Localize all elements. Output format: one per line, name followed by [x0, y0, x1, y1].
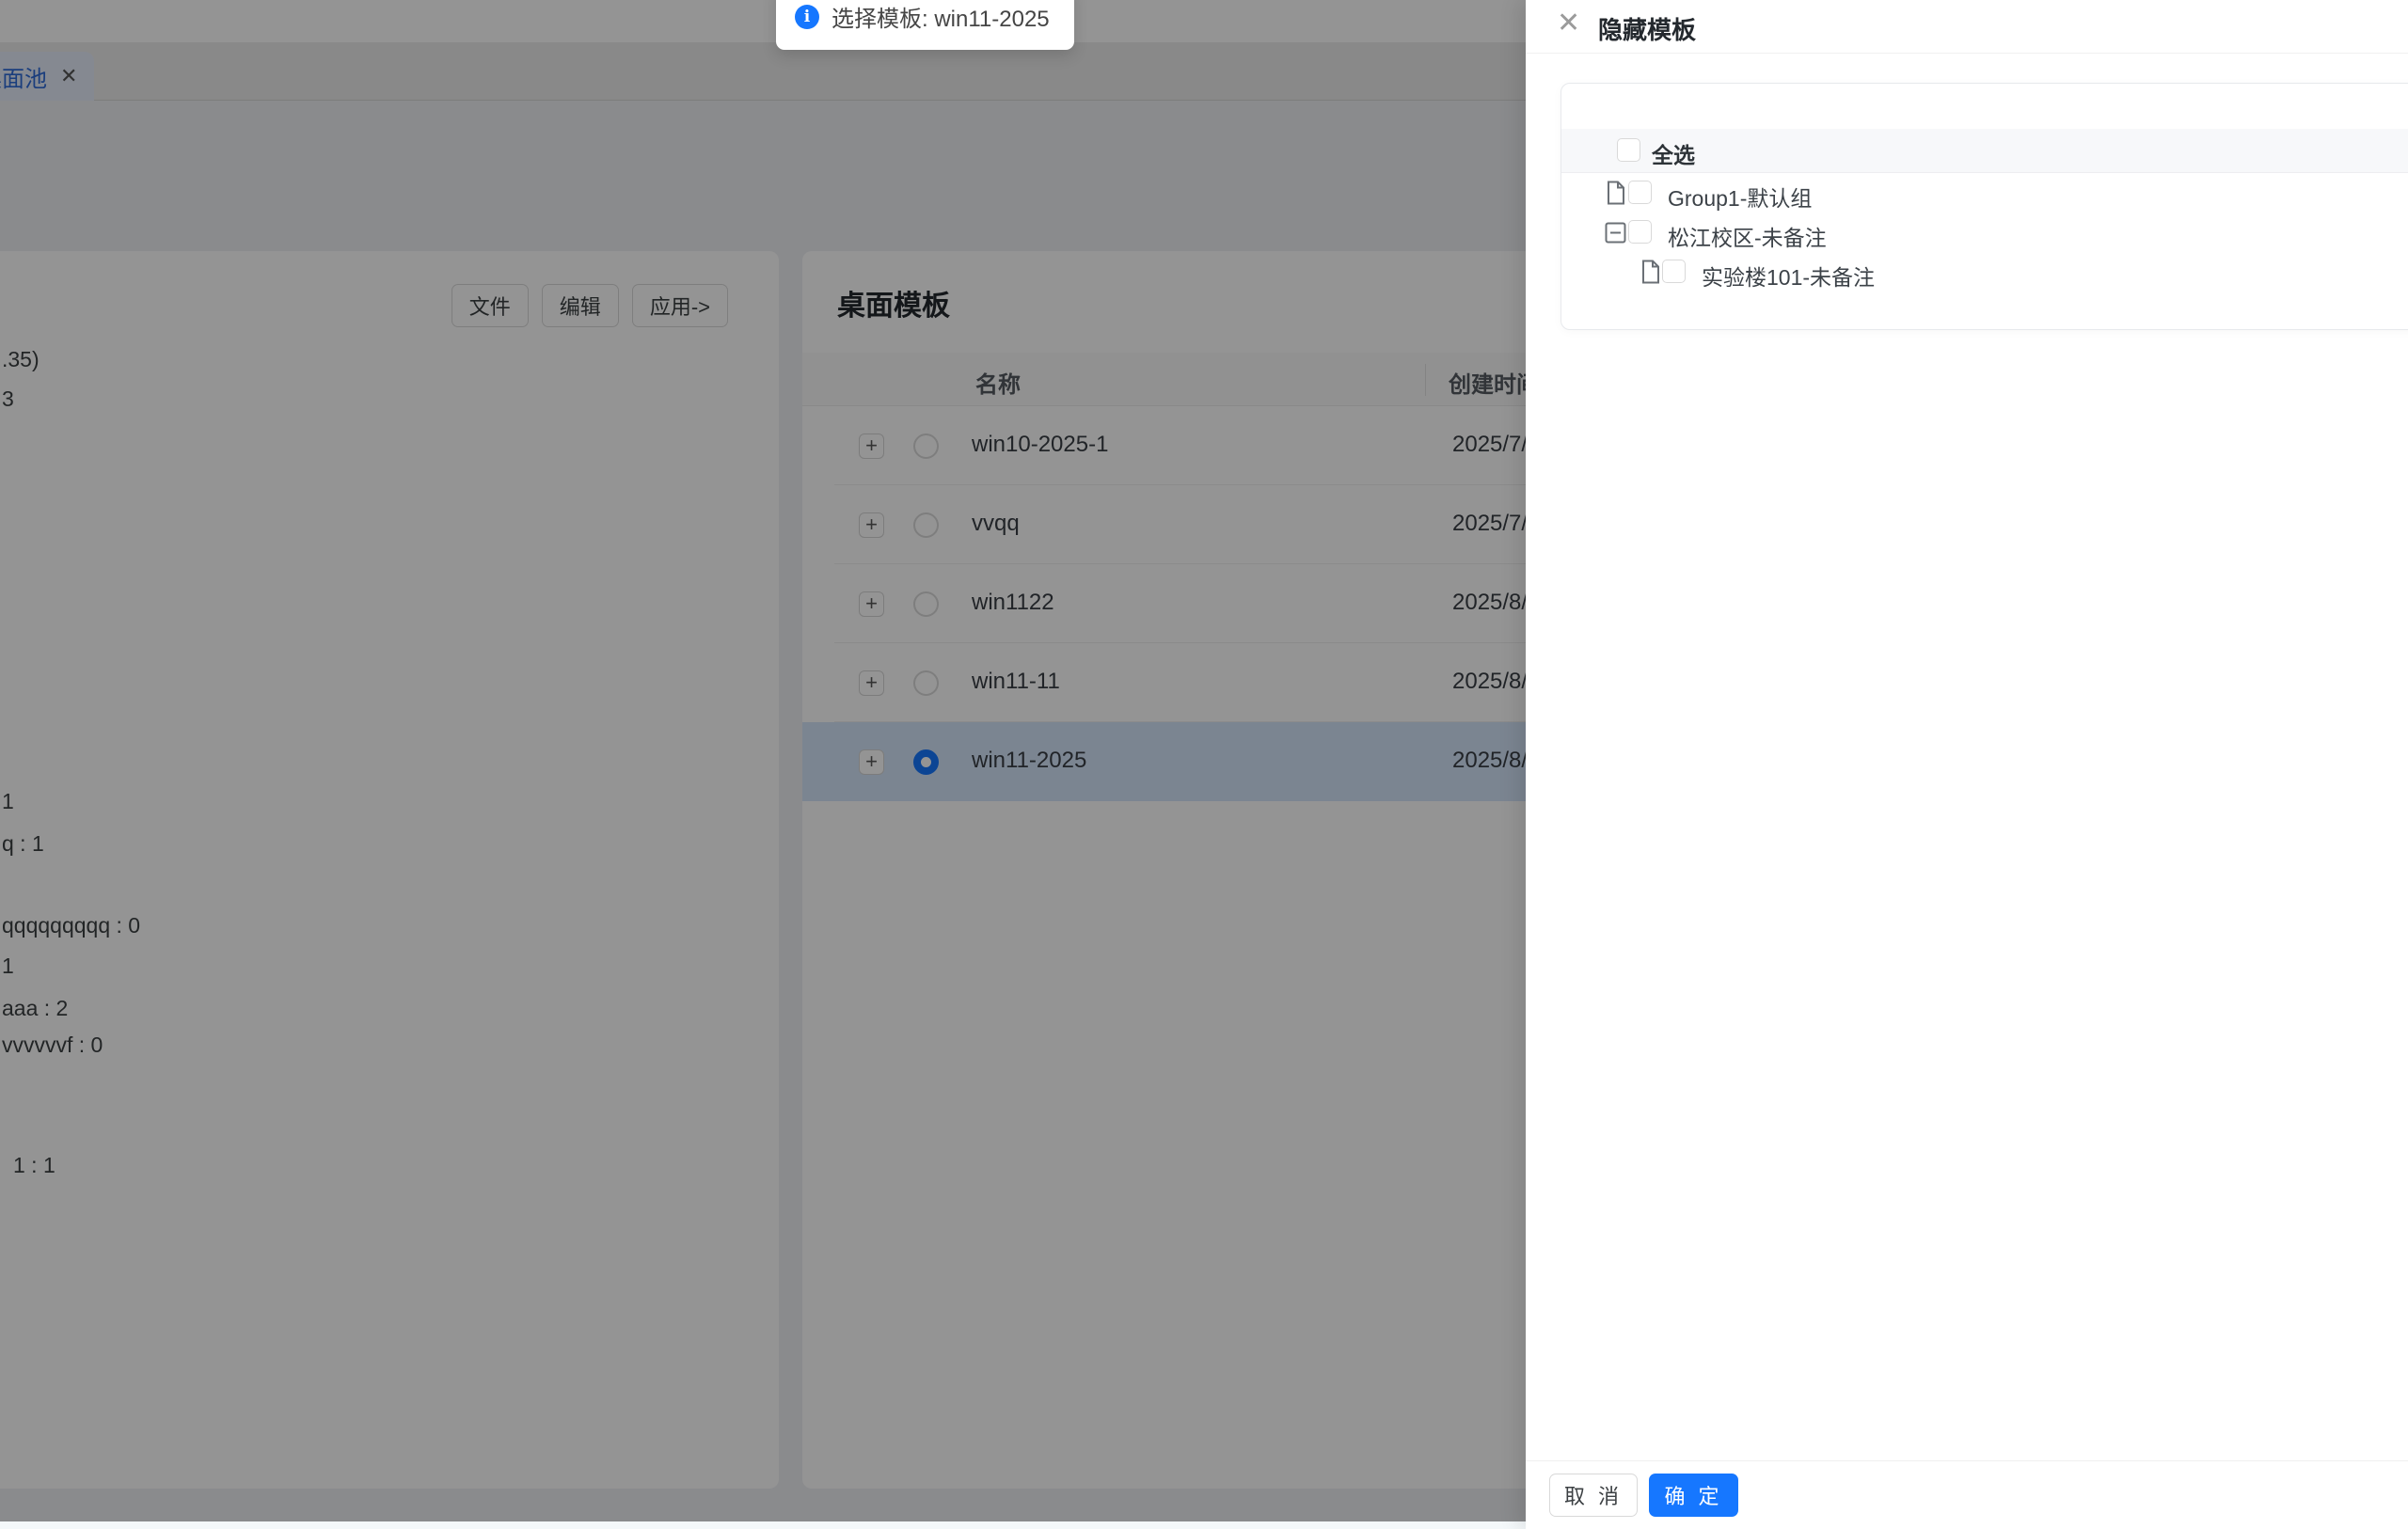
drawer-header: ✕ 隐藏模板	[1526, 0, 2408, 54]
select-all-label: 全选	[1652, 137, 1695, 169]
collapse-icon[interactable]	[1605, 222, 1626, 248]
info-icon: i	[795, 5, 819, 29]
file-icon	[1640, 260, 1662, 289]
tree-item-child[interactable]: 实验楼101-未备注	[1561, 252, 2408, 292]
tree-checkbox[interactable]	[1662, 260, 1686, 283]
cancel-button[interactable]: 取 消	[1549, 1474, 1638, 1517]
drawer-title: 隐藏模板	[1598, 11, 1696, 46]
toast-text: 选择模板: win11-2025	[832, 0, 1050, 33]
tree-item-label: Group1-默认组	[1668, 181, 1812, 213]
select-all-row[interactable]: 全选	[1561, 129, 2408, 173]
tree-item-label: 松江校区-未备注	[1668, 220, 1827, 252]
hide-template-drawer: ✕ 隐藏模板 全选 Group1-默认组 松江校区-未备注	[1526, 0, 2408, 1529]
tree-item[interactable]: Group1-默认组	[1561, 173, 2408, 213]
confirm-button[interactable]: 确 定	[1649, 1474, 1738, 1517]
select-all-checkbox[interactable]	[1617, 138, 1640, 162]
tree-checkbox[interactable]	[1628, 220, 1652, 244]
template-tree-card: 全选 Group1-默认组 松江校区-未备注 实验楼101-未备注	[1560, 83, 2408, 330]
toast-message: i 选择模板: win11-2025	[776, 0, 1074, 50]
tree-checkbox[interactable]	[1628, 181, 1652, 204]
tree-item[interactable]: 松江校区-未备注	[1561, 213, 2408, 252]
file-icon	[1605, 181, 1627, 210]
close-icon[interactable]: ✕	[1557, 9, 1580, 38]
tree-item-label: 实验楼101-未备注	[1702, 260, 1875, 292]
drawer-footer: 取 消 确 定	[1526, 1460, 2408, 1529]
